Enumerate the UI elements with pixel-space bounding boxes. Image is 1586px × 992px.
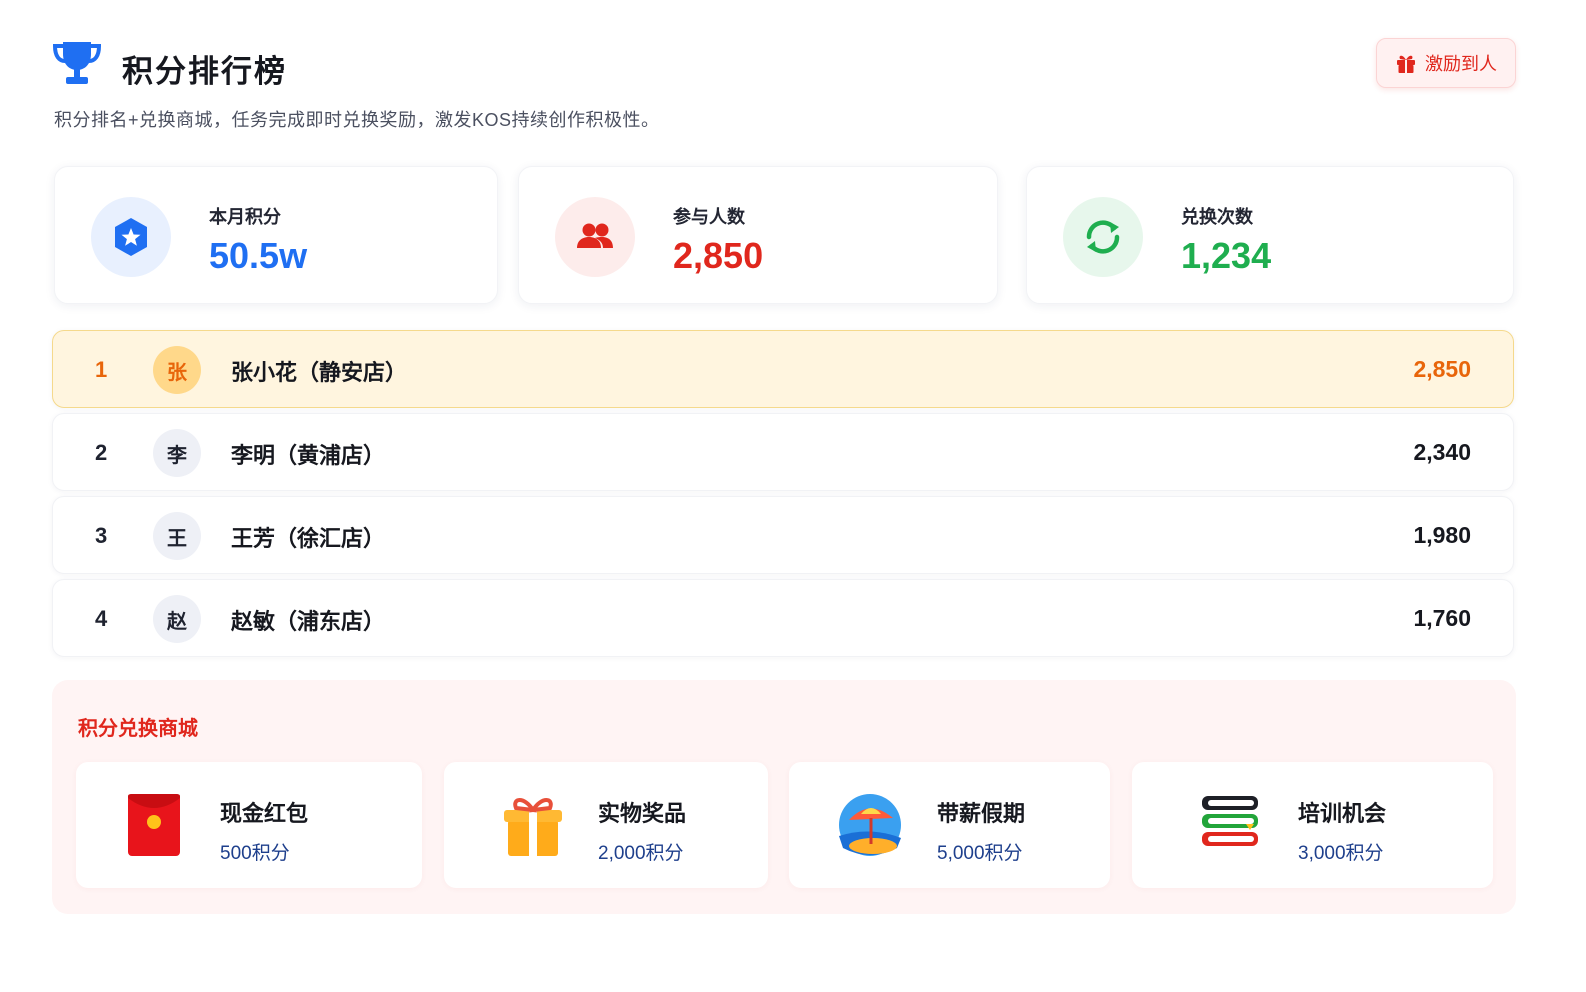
- store-item-training[interactable]: 培训机会 3,000积分: [1132, 762, 1493, 888]
- stat-card-participants: 参与人数 2,850: [518, 166, 998, 304]
- trophy-icon: [52, 42, 102, 84]
- page-title: 积分排行榜: [122, 54, 287, 89]
- rank-number: 4: [95, 606, 108, 631]
- star-shield-icon: [115, 218, 147, 256]
- rank-number: 2: [95, 440, 108, 465]
- stat-value: 2,850: [673, 235, 764, 276]
- page-header: 积分排行榜 激励到人: [52, 38, 1516, 94]
- ranking-row[interactable]: 3 王 王芳（徐汇店） 1,980: [52, 496, 1514, 574]
- books-icon: [1202, 796, 1258, 846]
- ranking-row[interactable]: 1 张 张小花（静安店） 2,850: [52, 330, 1514, 408]
- stat-value: 50.5w: [209, 235, 308, 276]
- item-name: 培训机会: [1298, 801, 1387, 826]
- stat-card-redemptions: 兑换次数 1,234: [1026, 166, 1514, 304]
- users-icon: [577, 223, 613, 248]
- avatar: 王: [153, 512, 201, 560]
- stat-label: 兑换次数: [1181, 207, 1253, 227]
- points-store: 积分兑换商城 现金红包 500积分 实物奖品 2,000积分 带薪假期 5,00…: [52, 680, 1516, 914]
- item-cost: 2,000积分: [598, 843, 684, 864]
- rank-score: 2,850: [1413, 356, 1471, 382]
- store-item-paid-vacation[interactable]: 带薪假期 5,000积分: [789, 762, 1110, 888]
- item-name: 实物奖品: [598, 801, 687, 826]
- rank-score: 1,980: [1413, 522, 1471, 548]
- item-name: 现金红包: [220, 801, 309, 826]
- store-item-physical-prize[interactable]: 实物奖品 2,000积分: [444, 762, 768, 888]
- stat-label: 参与人数: [673, 207, 745, 227]
- rank-name: 王芳（徐汇店）: [231, 526, 386, 551]
- rank-number: 1: [95, 357, 108, 382]
- store-item-cash-envelope[interactable]: 现金红包 500积分: [76, 762, 422, 888]
- store-title: 积分兑换商城: [78, 718, 198, 740]
- rank-name: 赵敏（浦东店）: [231, 609, 386, 634]
- stat-icon-wrap: [91, 197, 171, 277]
- rank-score: 2,340: [1413, 439, 1471, 465]
- avatar: 张: [153, 346, 201, 394]
- stats-panel: 本月积分 50.5w 参与人数 2,850 兑换次数 1,234: [54, 166, 1514, 304]
- gift-icon: [1397, 55, 1415, 73]
- stat-card-monthly-points: 本月积分 50.5w: [54, 166, 498, 304]
- item-cost: 3,000积分: [1298, 843, 1384, 864]
- ranking-row[interactable]: 2 李 李明（黄浦店） 2,340: [52, 413, 1514, 491]
- reward-people-button[interactable]: 激励到人: [1376, 38, 1516, 88]
- avatar: 李: [153, 429, 201, 477]
- item-name: 带薪假期: [937, 801, 1026, 826]
- rank-score: 1,760: [1413, 605, 1471, 631]
- ranking-list: 1 张 张小花（静安店） 2,850 2 李 李明（黄浦店） 2,340 3 王…: [52, 330, 1514, 662]
- page-subtitle: 积分排名+兑换商城，任务完成即时兑换奖励，激发KOS持续创作积极性。: [54, 110, 660, 130]
- item-cost: 500积分: [220, 843, 290, 864]
- rank-number: 3: [95, 523, 108, 548]
- stat-label: 本月积分: [209, 207, 281, 227]
- reward-button-label: 激励到人: [1425, 54, 1497, 74]
- gift-box-icon: [504, 798, 562, 856]
- avatar: 赵: [153, 595, 201, 643]
- item-cost: 5,000积分: [937, 843, 1023, 864]
- red-envelope-icon: [128, 794, 180, 856]
- stat-value: 1,234: [1181, 235, 1272, 276]
- stat-icon-wrap: [555, 197, 635, 277]
- refresh-icon: [1086, 220, 1120, 254]
- rank-name: 李明（黄浦店）: [231, 443, 386, 468]
- rank-name: 张小花（静安店）: [231, 360, 408, 385]
- beach-umbrella-icon: [839, 794, 901, 856]
- stat-icon-wrap: [1063, 197, 1143, 277]
- ranking-row[interactable]: 4 赵 赵敏（浦东店） 1,760: [52, 579, 1514, 657]
